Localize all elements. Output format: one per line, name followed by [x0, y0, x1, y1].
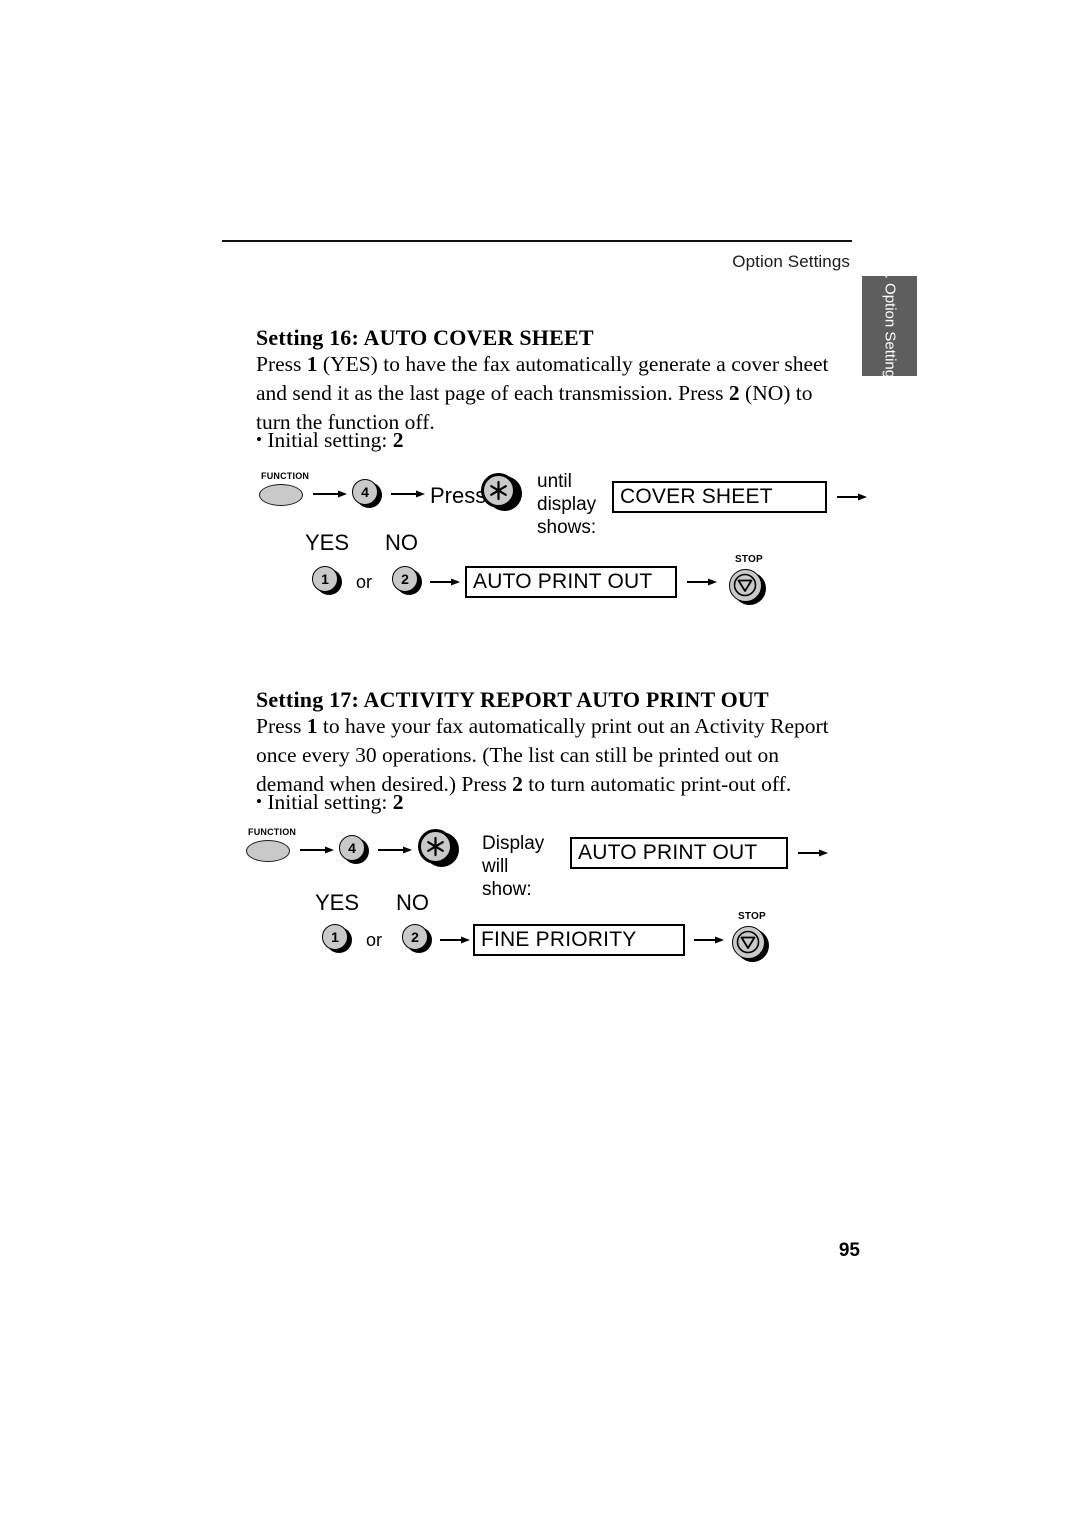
flow-arrow-icon: [694, 935, 724, 945]
asterisk-button[interactable]: [418, 829, 460, 869]
body-text-bold: 2: [512, 772, 523, 796]
stop-button[interactable]: STOP: [728, 554, 776, 605]
initial-setting-value: 2: [392, 428, 404, 452]
bullet-icon: •: [256, 430, 262, 449]
body-text-bold: 1: [306, 714, 318, 738]
display-box-fine-priority: FINE PRIORITY: [473, 924, 685, 956]
body-text-bold: 2: [728, 381, 740, 405]
display-box-text: AUTO PRINT OUT: [473, 570, 653, 593]
function-button[interactable]: FUNCTION: [246, 827, 296, 864]
asterisk-button[interactable]: [481, 473, 523, 513]
no-label: NO: [385, 530, 418, 555]
stop-button-label: STOP: [738, 911, 766, 922]
digit-button-1[interactable]: 1: [312, 566, 342, 596]
flow-arrow-icon: [313, 489, 347, 499]
display-box-text: AUTO PRINT OUT: [578, 841, 758, 864]
section-body-16: Press 1 (YES) to have the fax automatica…: [256, 350, 836, 437]
digit-button-label: 2: [392, 566, 418, 592]
or-conjunction: or: [366, 930, 383, 950]
asterisk-icon: [481, 473, 516, 508]
body-text-part: to turn automatic print-out off.: [522, 772, 792, 796]
function-button[interactable]: FUNCTION: [259, 471, 309, 508]
flow-arrow-icon: [430, 577, 460, 587]
digit-button-4[interactable]: 4: [352, 479, 382, 509]
chapter-side-tab-label: 8. Option Settings: [881, 266, 898, 386]
digit-button-2[interactable]: 2: [392, 566, 422, 596]
initial-setting-17: • Initial setting: 2: [256, 790, 403, 815]
digit-button-label: 1: [312, 566, 338, 592]
digit-button-1[interactable]: 1: [322, 924, 352, 954]
digit-button-2[interactable]: 2: [402, 924, 432, 954]
display-instruction-note: until display shows:: [537, 471, 597, 538]
display-box-text: COVER SHEET: [620, 485, 773, 508]
body-text-part: Press: [256, 714, 307, 738]
body-text-part: Press: [256, 352, 307, 376]
flow-arrow-icon: [687, 577, 717, 587]
display-instruction-note: Display will show:: [482, 833, 545, 900]
manual-page: Option Settings 8. Option Settings Setti…: [0, 0, 1080, 1528]
stop-button[interactable]: STOP: [731, 911, 779, 962]
function-button-label: FUNCTION: [261, 471, 310, 481]
asterisk-icon: [418, 829, 453, 864]
initial-setting-label: Initial setting:: [267, 790, 388, 814]
yes-label: YES: [315, 890, 360, 915]
stop-icon: [732, 926, 765, 959]
section-heading-17: Setting 17: ACTIVITY REPORT AUTO PRINT O…: [256, 687, 769, 712]
digit-button-label: 4: [352, 479, 378, 505]
initial-setting-label: Initial setting:: [267, 428, 388, 452]
digit-button-label: 2: [402, 924, 428, 950]
stop-button-label: STOP: [735, 554, 763, 565]
digit-button-label: 4: [339, 835, 365, 861]
bullet-icon: •: [256, 792, 262, 811]
section-body-17: Press 1 to have your fax automatically p…: [256, 712, 836, 799]
flow-arrow-icon: [440, 935, 470, 945]
chapter-side-tab: 8. Option Settings: [862, 266, 917, 386]
flow-arrow-icon: [837, 492, 867, 502]
display-box-text: FINE PRIORITY: [481, 928, 637, 951]
press-instruction-word: Press: [430, 483, 487, 508]
function-button-cap: [246, 840, 290, 862]
yes-label: YES: [305, 530, 350, 555]
page-number: 95: [838, 1240, 860, 1261]
initial-setting-16: • Initial setting: 2: [256, 428, 403, 453]
display-box-auto-print-out: AUTO PRINT OUT: [570, 837, 788, 869]
header-rule: [222, 240, 852, 242]
display-box-auto-print-out: AUTO PRINT OUT: [465, 566, 677, 598]
body-text-bold: 1: [306, 352, 318, 376]
flow-arrow-icon: [300, 845, 334, 855]
digit-button-4[interactable]: 4: [339, 835, 369, 865]
function-button-cap: [259, 484, 303, 506]
digit-button-label: 1: [322, 924, 348, 950]
display-box-cover-sheet: COVER SHEET: [612, 481, 827, 513]
section-heading-16: Setting 16: AUTO COVER SHEET: [256, 325, 594, 350]
flow-arrow-icon: [798, 848, 828, 858]
no-label: NO: [396, 890, 429, 915]
or-conjunction: or: [356, 572, 373, 592]
flow-arrow-icon: [391, 489, 425, 499]
flow-arrow-icon: [378, 845, 412, 855]
function-button-label: FUNCTION: [248, 827, 297, 837]
stop-icon: [729, 569, 762, 602]
header-title: Option Settings: [732, 252, 850, 271]
initial-setting-value: 2: [392, 790, 404, 814]
